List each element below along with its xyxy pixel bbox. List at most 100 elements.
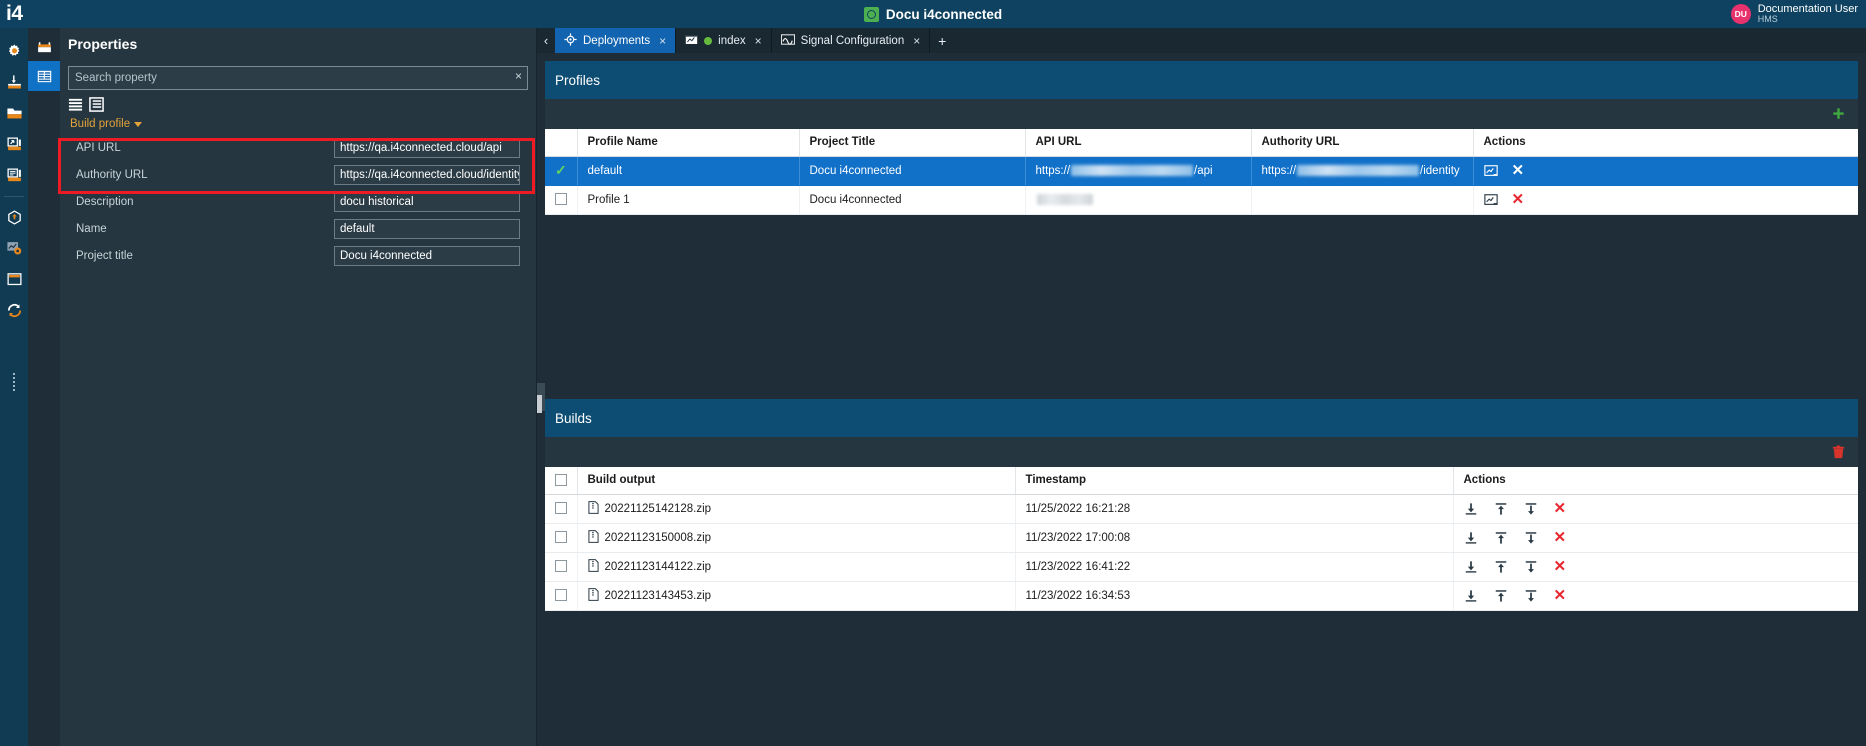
col-build-output[interactable]: Build output	[577, 467, 1016, 495]
api-url-suffix: /api	[1194, 164, 1213, 177]
cell-actions: ✕	[1473, 185, 1858, 215]
left-icon-rail	[0, 28, 28, 746]
builds-toolbar	[545, 437, 1858, 467]
settings-gear-icon[interactable]	[0, 36, 28, 67]
row-checkbox[interactable]	[555, 560, 567, 573]
name-field[interactable]: default	[334, 218, 520, 239]
col-profile-name[interactable]: Profile Name	[577, 129, 800, 157]
builds-header-row: Build output Timestamp Actions	[545, 467, 1858, 495]
remove-icon[interactable]: ✕	[1512, 163, 1525, 178]
view-toggle-group	[68, 97, 528, 112]
delete-icon[interactable]: ✕	[1554, 588, 1567, 603]
deploy-up-icon[interactable]	[1494, 502, 1508, 516]
window-title: Docu i4connected	[885, 6, 1003, 22]
authority-url-suffix: /identity	[1420, 164, 1460, 177]
table-row[interactable]: 20221123144122.zip 11/23/2022 16:41:22 ✕	[545, 552, 1858, 582]
import-icon[interactable]	[0, 67, 28, 98]
cell-timestamp: 11/23/2022 16:34:53	[1015, 581, 1454, 611]
remove-icon[interactable]: ✕	[1512, 192, 1525, 207]
export-icon[interactable]	[0, 129, 28, 160]
description-field[interactable]: docu historical	[334, 191, 520, 212]
zip-file-icon	[587, 529, 599, 546]
tab-label: index	[718, 34, 746, 47]
deploy-package-icon[interactable]	[0, 202, 28, 233]
select-all-checkbox[interactable]	[555, 474, 567, 487]
refresh-icon[interactable]	[0, 295, 28, 326]
delete-selected-icon[interactable]	[1831, 445, 1846, 460]
redacted-host	[1071, 164, 1194, 176]
tab-label: Deployments	[583, 34, 651, 47]
clear-search-icon[interactable]: ×	[515, 70, 522, 82]
report-icon[interactable]	[0, 160, 28, 191]
search-input[interactable]	[68, 66, 528, 90]
download-icon[interactable]	[1464, 502, 1478, 516]
redacted-host	[1036, 193, 1093, 205]
download-icon[interactable]	[1464, 589, 1478, 603]
window-icon[interactable]	[0, 264, 28, 295]
col-authority-url[interactable]: Authority URL	[1251, 129, 1474, 157]
build-profile-group-header[interactable]: Build profile	[68, 116, 528, 134]
tab-scroll-left-button[interactable]: ‹	[537, 28, 555, 53]
properties-panel: Properties × Build profile API URL https	[60, 28, 537, 746]
rail-divider	[4, 196, 24, 197]
properties-grid-icon[interactable]	[28, 61, 60, 91]
row-checkbox[interactable]	[555, 589, 567, 602]
col-project-title[interactable]: Project Title	[799, 129, 1026, 157]
close-icon[interactable]: ×	[755, 34, 762, 48]
table-row[interactable]: 20221125142128.zip 11/25/2022 16:21:28 ✕	[545, 494, 1858, 524]
deploy-icon[interactable]	[1483, 193, 1498, 207]
tab-signal-configuration[interactable]: Signal Configuration ×	[772, 28, 931, 53]
authority-url-field[interactable]: https://qa.i4connected.cloud/identity	[334, 164, 520, 185]
row-checkbox[interactable]	[555, 502, 567, 515]
row-checkbox[interactable]	[555, 531, 567, 544]
table-row[interactable]: ✓ default Docu i4connected https:///api …	[545, 156, 1858, 186]
deploy-icon[interactable]	[1483, 164, 1498, 178]
deploy-up-icon[interactable]	[1494, 589, 1508, 603]
delete-icon[interactable]: ✕	[1554, 530, 1567, 545]
rail-overflow-handle[interactable]	[0, 373, 28, 391]
col-timestamp[interactable]: Timestamp	[1015, 467, 1454, 495]
close-icon[interactable]: ×	[913, 34, 920, 48]
close-icon[interactable]: ×	[659, 34, 666, 48]
cell-profile-name: default	[577, 156, 800, 186]
delete-icon[interactable]: ✕	[1554, 501, 1567, 516]
table-row[interactable]: 20221123143453.zip 11/23/2022 16:34:53 ✕	[545, 581, 1858, 611]
row-checkbox[interactable]	[555, 193, 567, 206]
row-checkbox-cell	[545, 494, 578, 524]
list-view-toggle[interactable]	[68, 97, 83, 112]
deploy-down-icon[interactable]	[1524, 560, 1538, 574]
deploy-down-icon[interactable]	[1524, 589, 1538, 603]
table-row[interactable]: Profile 1 Docu i4connected ✕	[545, 185, 1858, 215]
cell-api-url	[1025, 185, 1252, 215]
cell-project-title: Docu i4connected	[799, 156, 1026, 186]
user-org: HMS	[1757, 14, 1778, 25]
bench-icon[interactable]	[28, 31, 60, 61]
grouped-view-toggle[interactable]	[89, 97, 104, 112]
tab-label: Signal Configuration	[800, 34, 905, 47]
cell-timestamp: 11/25/2022 16:21:28	[1015, 494, 1454, 524]
deploy-down-icon[interactable]	[1524, 531, 1538, 545]
panel-scroll-handle[interactable]	[537, 395, 542, 413]
cell-timestamp: 11/23/2022 16:41:22	[1015, 552, 1454, 582]
delete-icon[interactable]: ✕	[1554, 559, 1567, 574]
tab-deployments[interactable]: Deployments ×	[555, 28, 677, 53]
zip-file-icon	[587, 587, 599, 604]
add-profile-button[interactable]	[1831, 107, 1846, 122]
user-account[interactable]: DU Documentation User HMS	[1730, 0, 1858, 28]
api-url-field[interactable]: https://qa.i4connected.cloud/api	[334, 137, 520, 158]
chart-config-icon[interactable]	[0, 233, 28, 264]
search-field-wrapper: ×	[68, 66, 528, 90]
folder-icon[interactable]	[0, 98, 28, 129]
tab-index[interactable]: index ×	[676, 28, 772, 53]
deploy-up-icon[interactable]	[1494, 531, 1508, 545]
col-api-url[interactable]: API URL	[1025, 129, 1252, 157]
deploy-up-icon[interactable]	[1494, 560, 1508, 574]
build-filename: 20221123144122.zip	[604, 560, 712, 573]
table-row[interactable]: 20221123150008.zip 11/23/2022 17:00:08 ✕	[545, 523, 1858, 553]
download-icon[interactable]	[1464, 560, 1478, 574]
project-title-field[interactable]: Docu i4connected	[334, 245, 520, 266]
download-icon[interactable]	[1464, 531, 1478, 545]
add-tab-button[interactable]: +	[930, 28, 954, 53]
col-select-all	[545, 467, 578, 495]
deploy-down-icon[interactable]	[1524, 502, 1538, 516]
